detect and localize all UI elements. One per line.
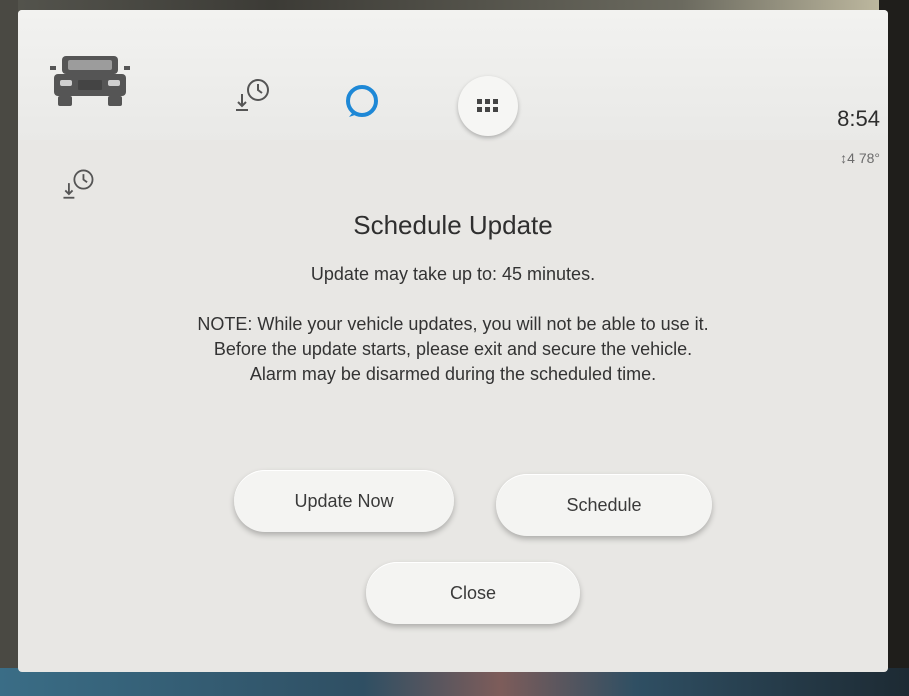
- bottom-background-strip: [0, 668, 909, 696]
- clock: 8:54: [837, 106, 880, 131]
- infotainment-screen: 8:54 ↕4 78° Schedule Update Update may t…: [18, 10, 888, 672]
- note-line: NOTE: While your vehicle updates, you wi…: [197, 314, 709, 334]
- truck-icon[interactable]: [50, 50, 130, 110]
- top-bar: [18, 10, 888, 140]
- apps-grid-icon: [477, 99, 498, 112]
- schedule-button[interactable]: Schedule: [496, 474, 712, 536]
- update-now-button[interactable]: Update Now: [234, 470, 454, 532]
- dialog-title: Schedule Update: [353, 210, 553, 240]
- note-line: Alarm may be disarmed during the schedul…: [249, 364, 657, 384]
- close-button[interactable]: Close: [366, 562, 580, 624]
- weather-readout: ↕4 78°: [840, 150, 880, 166]
- note-line: Before the update starts, please exit an…: [213, 339, 693, 359]
- dialog-subtitle: Update may take up to: 45 minutes.: [310, 264, 596, 284]
- bezel-left: [0, 0, 18, 696]
- apps-button[interactable]: [458, 76, 518, 136]
- download-clock-icon[interactable]: [230, 76, 274, 116]
- alexa-icon[interactable]: [343, 82, 381, 120]
- download-clock-icon: [63, 169, 94, 199]
- dialog-note: NOTE: While your vehicle updates, you wi…: [108, 312, 798, 387]
